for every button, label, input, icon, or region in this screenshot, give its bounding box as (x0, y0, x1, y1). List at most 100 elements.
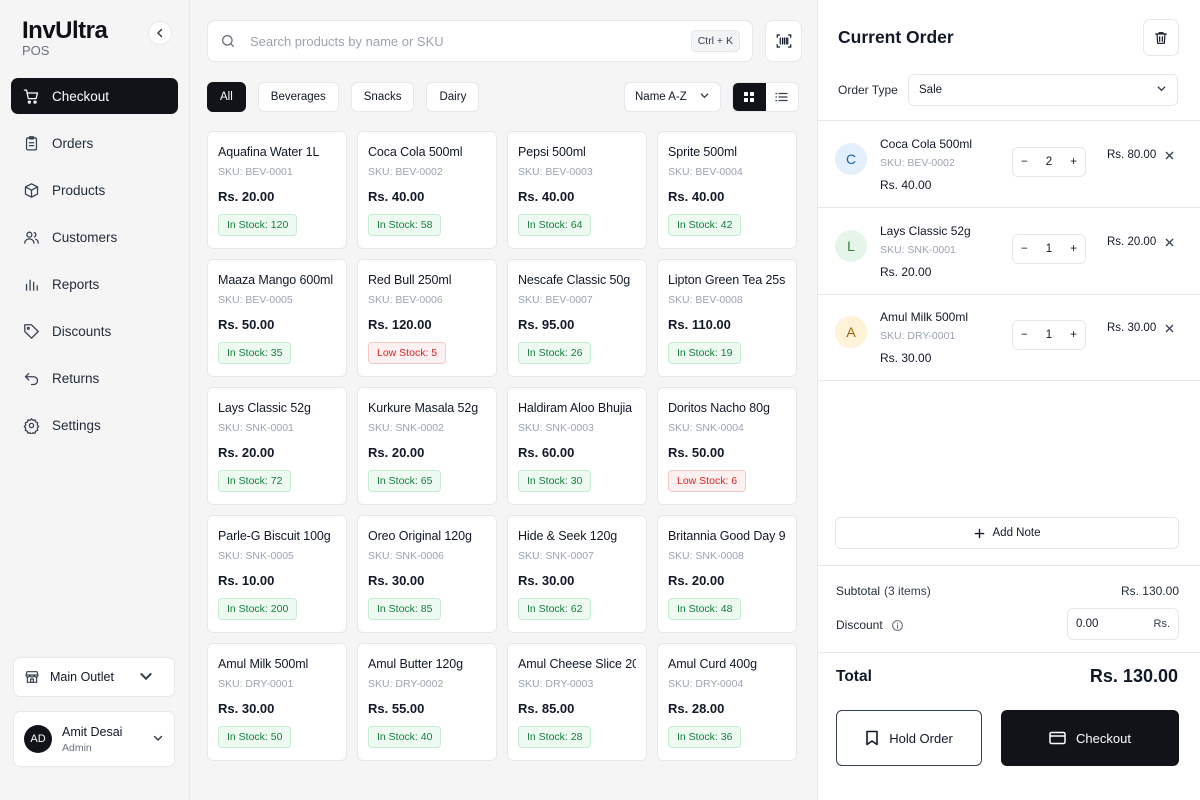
store-icon (25, 671, 39, 683)
stock-badge: In Stock: 42 (668, 214, 742, 236)
product-card[interactable]: Red Bull 250ml SKU: BEV-0006 Rs. 120.00 Low… (357, 259, 497, 377)
sidebar-item-discounts[interactable]: Discounts (11, 313, 178, 349)
remove-item-button[interactable] (1165, 148, 1174, 163)
app-subtitle: POS (22, 43, 50, 58)
product-name: Parle-G Biscuit 100g (218, 529, 331, 543)
increment-button[interactable]: + (1070, 156, 1077, 168)
clipboard-icon (25, 135, 38, 151)
line-item-name: Lays Classic 52g (880, 223, 971, 238)
user-menu[interactable]: AD Amit Desai Admin (13, 711, 175, 767)
collapse-sidebar-button[interactable] (148, 21, 172, 45)
remove-item-button[interactable] (1165, 235, 1174, 250)
filter-snacks[interactable]: Snacks (350, 82, 415, 112)
product-card[interactable]: Maaza Mango 600ml SKU: BEV-0005 Rs. 50.00 I… (207, 259, 347, 377)
decrement-button[interactable]: − (1021, 329, 1028, 341)
sidebar-item-settings[interactable]: Settings (11, 407, 178, 443)
checkout-button[interactable]: Checkout (1001, 710, 1179, 766)
grid-view-button[interactable] (733, 83, 766, 111)
barcode-scan-button[interactable] (765, 20, 802, 62)
search-bar[interactable]: Ctrl + K (207, 20, 753, 62)
stock-badge: In Stock: 62 (518, 598, 592, 620)
filter-all[interactable]: All (207, 82, 246, 112)
sort-select[interactable]: Name A-Z (624, 82, 721, 112)
filter-beverages[interactable]: Beverages (257, 82, 339, 112)
stock-badge: In Stock: 72 (218, 470, 292, 492)
stock-badge: In Stock: 26 (518, 342, 592, 364)
product-card[interactable]: Parle-G Biscuit 100g SKU: SNK-0005 Rs. 10.… (207, 515, 347, 633)
line-item-sku: SKU: DRY-0001 (880, 330, 956, 342)
product-card[interactable]: Amul Milk 500ml SKU: DRY-0001 Rs. 30.00 In … (207, 643, 347, 761)
sidebar-item-label: Discounts (52, 323, 112, 339)
discount-input[interactable]: 0.00 Rs. (1067, 608, 1179, 640)
increment-button[interactable]: + (1070, 329, 1077, 341)
product-card[interactable]: Kurkure Masala 52g SKU: SNK-0002 Rs. 20.00… (357, 387, 497, 505)
product-name: Amul Cheese Slice 200g (518, 657, 636, 671)
product-card[interactable]: Amul Butter 120g SKU: DRY-0002 Rs. 55.00 In… (357, 643, 497, 761)
info-icon (891, 619, 903, 631)
product-card[interactable]: Aquafina Water 1L SKU: BEV-0001 Rs. 20.00 I… (207, 131, 347, 249)
line-item-unit-price: Rs. 20.00 (880, 264, 932, 279)
product-price: Rs. 30.00 (518, 573, 575, 588)
product-name: Sprite 500ml (668, 145, 737, 159)
product-card[interactable]: Pepsi 500ml SKU: BEV-0003 Rs. 40.00 In Stoc… (507, 131, 647, 249)
list-view-button[interactable] (766, 83, 799, 111)
order-type-select[interactable]: Sale (908, 74, 1178, 106)
tag-icon (24, 323, 39, 339)
product-card[interactable]: Sprite 500ml SKU: BEV-0004 Rs. 40.00 In Sto… (657, 131, 797, 249)
sidebar-item-label: Products (52, 182, 106, 198)
product-card[interactable]: Oreo Original 120g SKU: SNK-0006 Rs. 30.00… (357, 515, 497, 633)
product-card[interactable]: Amul Curd 400g SKU: DRY-0004 Rs. 28.00 In S… (657, 643, 797, 761)
order-line-item: L Lays Classic 52g SKU: SNK-0001 Rs. 20.00 −… (818, 208, 1200, 294)
product-sku: SKU: DRY-0003 (518, 678, 594, 690)
product-card[interactable]: Nescafe Classic 50g SKU: BEV-0007 Rs. 95.0… (507, 259, 647, 377)
product-sku: SKU: SNK-0005 (218, 550, 294, 562)
close-icon (1165, 324, 1174, 333)
product-card[interactable]: Haldiram Aloo Bhujia 150g SKU: SNK-0003 Rs… (507, 387, 647, 505)
order-type-label: Order Type (838, 83, 898, 97)
subtotal-row: Subtotal (3 items) Rs. 130.00 (836, 584, 1179, 598)
line-item-total: Rs. 20.00 (1107, 235, 1157, 248)
product-grid: Aquafina Water 1L SKU: BEV-0001 Rs. 20.00 I… (207, 131, 797, 761)
sidebar-item-reports[interactable]: Reports (11, 266, 178, 302)
sidebar-item-checkout[interactable]: Checkout (11, 78, 178, 114)
add-note-button[interactable]: Add Note (835, 517, 1179, 549)
product-card[interactable]: Lays Classic 52g SKU: SNK-0001 Rs. 20.00 In… (207, 387, 347, 505)
stock-badge: In Stock: 35 (218, 342, 292, 364)
product-price: Rs. 50.00 (218, 317, 275, 332)
clear-order-button[interactable] (1143, 19, 1179, 56)
plus-icon (974, 528, 984, 538)
remove-item-button[interactable] (1165, 321, 1174, 336)
product-sku: SKU: SNK-0006 (368, 550, 444, 562)
cart-icon (23, 88, 39, 104)
sidebar-item-label: Orders (52, 135, 94, 151)
discount-label: Discount (836, 618, 883, 632)
add-note-label: Add Note (992, 527, 1041, 539)
sidebar-item-returns[interactable]: Returns (11, 360, 178, 396)
line-item-total: Rs. 30.00 (1107, 322, 1157, 334)
increment-button[interactable]: + (1070, 243, 1077, 255)
product-card[interactable]: Coca Cola 500ml SKU: BEV-0002 Rs. 40.00 In … (357, 131, 497, 249)
product-name: Britannia Good Day 90g (668, 529, 786, 543)
filter-dairy[interactable]: Dairy (426, 82, 480, 112)
order-panel: Current Order Order Type Sale C Coca Cola… (817, 0, 1200, 800)
decrement-button[interactable]: − (1021, 243, 1028, 255)
product-card[interactable]: Lipton Green Tea 25s SKU: BEV-0008 Rs. 110… (657, 259, 797, 377)
sidebar-nav: Checkout Orders Products Customers Repor… (11, 78, 178, 454)
product-card[interactable]: Doritos Nacho 80g SKU: SNK-0004 Rs. 50.00 L… (657, 387, 797, 505)
discount-value: 0.00 (1076, 618, 1099, 630)
hold-order-button[interactable]: Hold Order (836, 710, 982, 766)
sidebar-item-label: Settings (52, 417, 101, 433)
decrement-button[interactable]: − (1021, 156, 1028, 168)
sidebar-item-orders[interactable]: Orders (11, 125, 178, 161)
search-input[interactable] (250, 33, 691, 49)
discount-row: Discount (836, 618, 986, 632)
sidebar-item-customers[interactable]: Customers (11, 219, 178, 255)
sidebar-item-products[interactable]: Products (11, 172, 178, 208)
product-sku: SKU: SNK-0008 (668, 550, 744, 562)
sidebar-item-label: Checkout (52, 88, 110, 104)
product-card[interactable]: Britannia Good Day 90g SKU: SNK-0008 Rs. 2… (657, 515, 797, 633)
product-card[interactable]: Amul Cheese Slice 200g SKU: DRY-0003 Rs. 8… (507, 643, 647, 761)
product-card[interactable]: Hide & Seek 120g SKU: SNK-0007 Rs. 30.00 In… (507, 515, 647, 633)
product-name: Amul Milk 500ml (218, 657, 309, 671)
outlet-selector[interactable]: Main Outlet (13, 657, 175, 697)
